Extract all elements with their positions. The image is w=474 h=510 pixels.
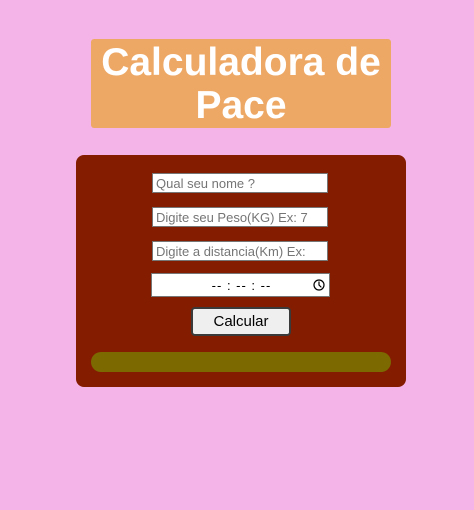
name-input[interactable] — [152, 173, 328, 193]
weight-input[interactable] — [152, 207, 328, 227]
calculate-button[interactable]: Calcular — [191, 307, 291, 336]
time-input[interactable]: -- : -- : -- — [151, 273, 330, 297]
title-box: Calculadora de Pace — [91, 39, 391, 128]
clock-icon[interactable] — [313, 279, 325, 291]
distance-input[interactable] — [152, 241, 328, 261]
page-title: Calculadora de Pace — [101, 40, 381, 127]
result-bar — [91, 352, 391, 372]
calculator-form: -- : -- : -- Calcular — [76, 155, 406, 387]
time-value: -- : -- : -- — [211, 277, 272, 293]
